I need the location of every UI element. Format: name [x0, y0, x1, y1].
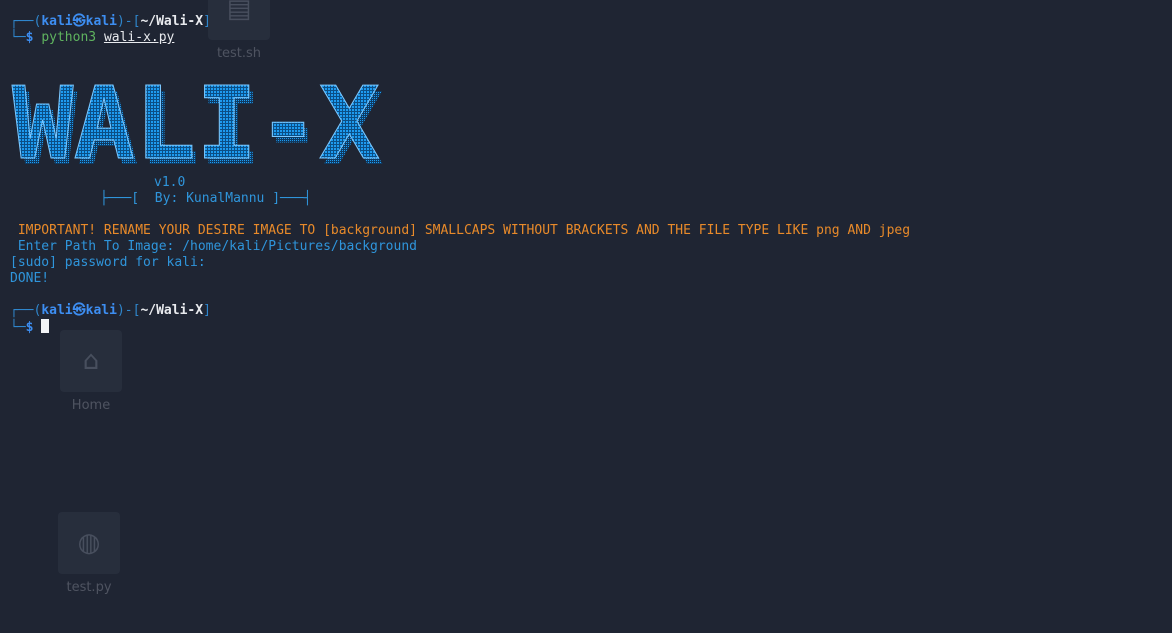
terminal-window[interactable]: ┌──(kali㉿kali)-[~/Wali-X] └─$ python3 wa…: [0, 0, 1172, 633]
prompt-frame: ]: [203, 303, 211, 318]
command-argument[interactable]: wali-x.py: [104, 30, 174, 45]
prompt-host: kali: [85, 303, 117, 318]
prompt-frame: └─: [10, 320, 26, 335]
important-notice: IMPORTANT! RENAME YOUR DESIRE IMAGE TO […: [10, 223, 911, 238]
prompt-frame: ]: [203, 14, 211, 29]
command-line: └─$ python3 wali-x.py: [10, 30, 174, 46]
prompt-cwd: ~/Wali-X: [140, 303, 204, 318]
command-name: python3: [41, 30, 97, 45]
credit-author: By: KunalMannu: [154, 191, 265, 206]
prompt-dollar: $: [25, 30, 34, 45]
wali-x-ascii-banner: WALI-X WALI-X: [12, 76, 385, 174]
prompt-frame: )-[: [116, 14, 141, 29]
text-cursor: [41, 319, 50, 333]
done-message: DONE!: [10, 271, 50, 286]
command-input-line[interactable]: └─$: [10, 319, 50, 335]
prompt-host: kali: [85, 14, 117, 29]
sudo-prompt: [sudo] password for kali:: [10, 255, 206, 270]
credit-frame: ]───┤: [272, 191, 312, 206]
prompt-frame: ┌──(: [10, 14, 42, 29]
kali-skull-icon: ㉿: [72, 14, 86, 29]
prompt-cwd: ~/Wali-X: [140, 14, 204, 29]
prompt-user: kali: [41, 303, 73, 318]
prompt-frame: )-[: [116, 303, 141, 318]
path-prompt-line: Enter Path To Image: /home/kali/Pictures…: [10, 239, 417, 255]
kali-skull-icon: ㉿: [72, 303, 86, 318]
prompt-dollar: $: [25, 320, 34, 335]
version-label: v1.0: [154, 175, 186, 190]
prompt-line-top: ┌──(kali㉿kali)-[~/Wali-X]: [10, 303, 211, 319]
prompt-line-top: ┌──(kali㉿kali)-[~/Wali-X]: [10, 14, 211, 30]
banner-text: WALI-X: [12, 76, 380, 174]
prompt-frame: ┌──(: [10, 303, 42, 318]
credit-frame: ├───[: [100, 191, 140, 206]
prompt-frame: └─: [10, 30, 26, 45]
path-prompt-label: Enter Path To Image:: [10, 239, 183, 254]
credit-line: ├───[ By: KunalMannu ]───┤: [100, 191, 311, 207]
path-input-value: /home/kali/Pictures/background: [182, 239, 417, 254]
prompt-user: kali: [41, 14, 73, 29]
